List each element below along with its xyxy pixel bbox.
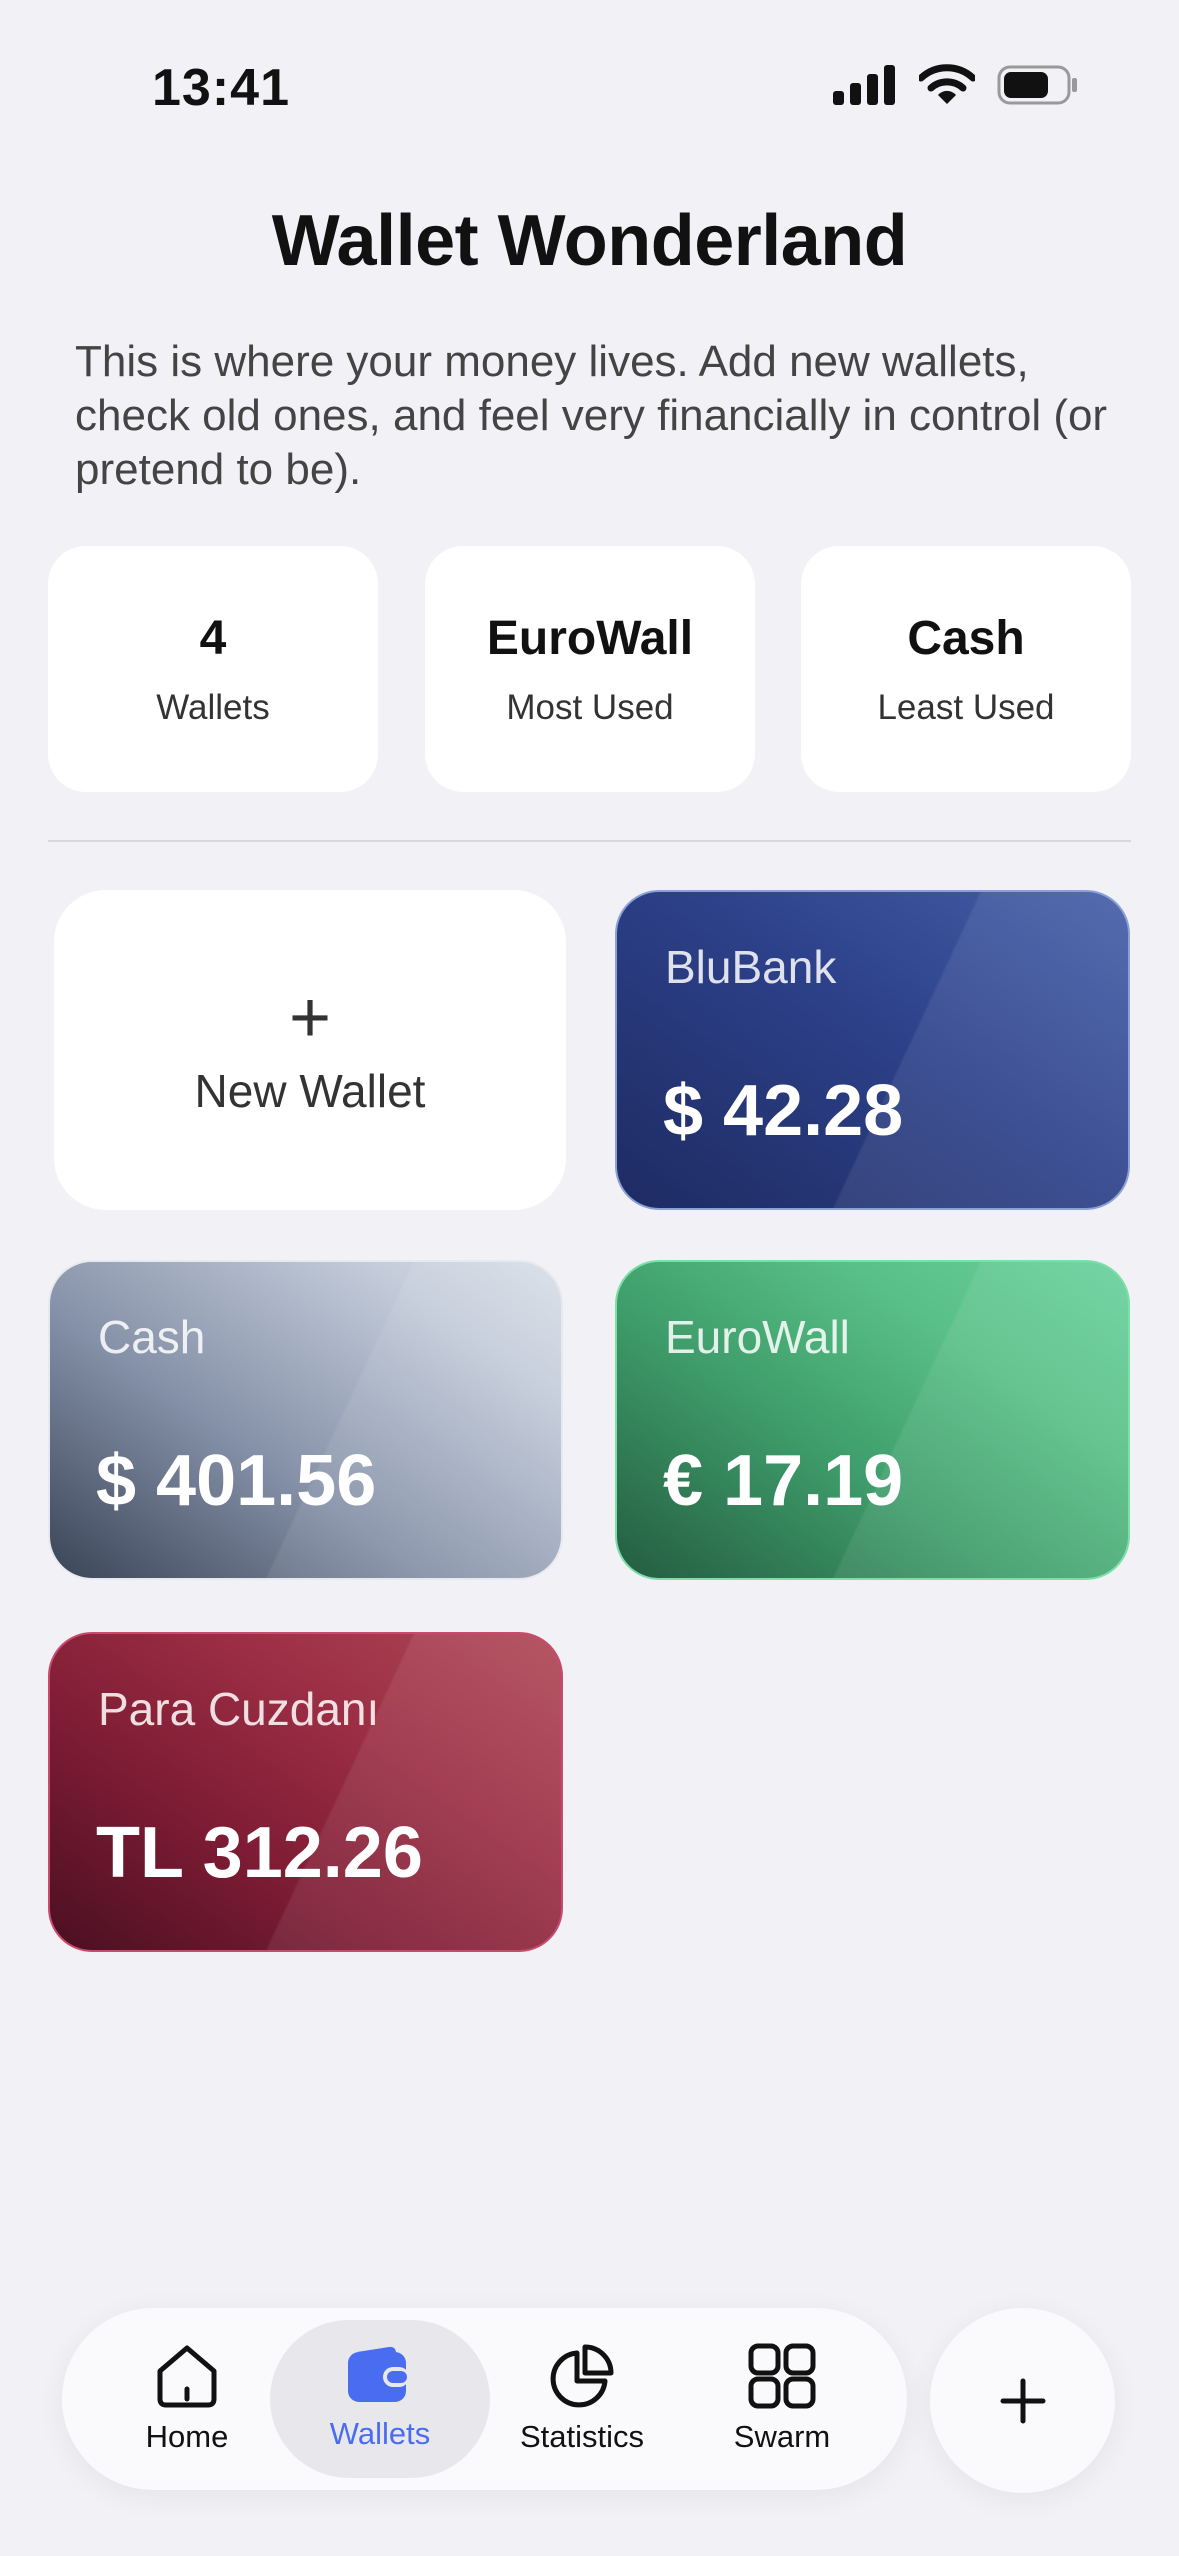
add-button[interactable] [930, 2308, 1115, 2493]
tab-swarm[interactable]: Swarm [672, 2320, 892, 2478]
wallet-icon [348, 2346, 409, 2402]
tab-bar: Home Wallets Statistics Swarm [62, 2308, 907, 2490]
wallet-name: Cash [98, 1311, 206, 1363]
tab-label: Wallets [329, 2416, 431, 2451]
pie-chart-icon [550, 2344, 614, 2408]
plus-icon: + [288, 978, 332, 1058]
tab-wallets[interactable]: Wallets [270, 2320, 490, 2478]
wallet-card-para-cuzdani[interactable]: Para Cuzdanı TL 312.26 [48, 1632, 563, 1952]
new-wallet-label: New Wallet [194, 1065, 426, 1117]
tab-label: Home [145, 2419, 229, 2454]
wallet-card-blubank[interactable]: BluBank $ 42.28 [615, 890, 1130, 1210]
stats-row: 4 Wallets EuroWall Most Used Cash Least … [48, 546, 1131, 792]
status-bar: 13:41 [0, 0, 1179, 170]
wallet-name: BluBank [665, 941, 837, 993]
cellular-signal-icon [833, 65, 895, 105]
stat-card-wallets: 4 Wallets [48, 546, 378, 792]
wifi-icon [919, 64, 975, 104]
wallet-balance: $ 401.56 [96, 1441, 377, 1521]
stat-label: Wallets [156, 687, 270, 727]
stat-value: EuroWall [486, 611, 694, 665]
status-icons [833, 64, 1079, 106]
status-time: 13:41 [152, 59, 290, 117]
plus-icon [1000, 2378, 1045, 2423]
wallet-name: EuroWall [665, 1311, 850, 1363]
divider [48, 840, 1131, 842]
wallet-card-cash[interactable]: Cash $ 401.56 [48, 1260, 563, 1580]
page-title: Wallet Wonderland [271, 201, 908, 281]
tab-label: Swarm [733, 2419, 831, 2454]
wallet-name: Para Cuzdanı [98, 1683, 380, 1735]
home-icon [157, 2345, 217, 2408]
grid-icon [748, 2343, 816, 2409]
wallet-card-eurowall[interactable]: EuroWall € 17.19 [615, 1260, 1130, 1580]
tab-statistics[interactable]: Statistics [472, 2320, 692, 2478]
stat-card-least-used: Cash Least Used [801, 546, 1131, 792]
new-wallet-button[interactable]: + New Wallet [54, 890, 566, 1210]
tab-home[interactable]: Home [77, 2320, 297, 2478]
page-description: This is where your money lives. Add new … [75, 337, 1108, 494]
battery-icon [997, 65, 1077, 105]
tab-label: Statistics [519, 2419, 645, 2454]
wallet-balance: € 17.19 [663, 1441, 904, 1521]
stat-label: Most Used [506, 687, 674, 727]
stat-label: Least Used [877, 687, 1055, 727]
wallet-balance: TL 312.26 [96, 1813, 423, 1893]
stat-card-most-used: EuroWall Most Used [425, 546, 755, 792]
stat-value: 4 [199, 611, 227, 665]
stat-value: Cash [907, 611, 1025, 665]
wallet-balance: $ 42.28 [663, 1071, 904, 1151]
